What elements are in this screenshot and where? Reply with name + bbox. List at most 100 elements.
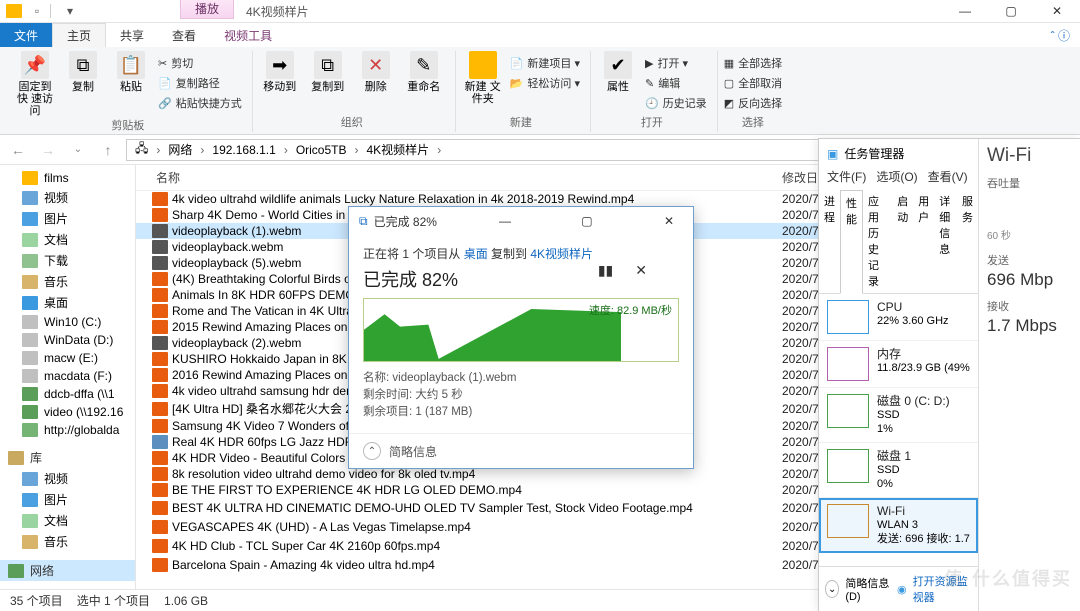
tm-tab[interactable]: 应用历史记录 — [863, 189, 892, 293]
sidebar-icon — [22, 405, 38, 419]
dialog-src-link[interactable]: 桌面 — [464, 247, 488, 261]
dialog-close-icon[interactable]: ✕ — [655, 214, 683, 228]
new-folder-button[interactable]: 新建 文件夹 — [462, 51, 504, 105]
easy-access-button[interactable]: 📂 轻松访问 ▾ — [510, 75, 580, 91]
sidebar-network-header[interactable]: 网络 — [0, 560, 135, 581]
sidebar-item[interactable]: 文档 — [0, 229, 135, 250]
tm-perf-item[interactable]: Wi-FiWLAN 3 发送: 696 接收: 1.7 — [819, 498, 978, 553]
rename-button[interactable]: ✎重命名 — [403, 51, 445, 93]
tab-file[interactable]: 文件 — [0, 23, 52, 47]
delete-button[interactable]: ✕删除 — [355, 51, 397, 93]
tm-menu-item[interactable]: 文件(F) — [827, 168, 866, 185]
tm-tab[interactable]: 用户 — [913, 189, 934, 293]
up-button[interactable]: ↑ — [96, 138, 120, 162]
minimize-button[interactable]: — — [942, 0, 988, 23]
breadcrumb-item[interactable]: 4K视频样片 — [363, 141, 434, 158]
chevron-up-icon[interactable]: ⌃ — [363, 442, 381, 460]
tm-send-value: 696 Mbp — [987, 270, 1072, 290]
sidebar-item[interactable]: video (\\192.16 — [0, 403, 135, 421]
dialog-cancel-icon[interactable]: ✕ — [635, 262, 647, 279]
quick-access-bar: ▫ ▾ 播放 4K视频样片 — ▢ ✕ — [0, 0, 1080, 23]
tm-perf-item[interactable]: CPU22% 3.60 GHz — [819, 294, 978, 341]
breadcrumb-item[interactable]: 网络 — [164, 141, 196, 158]
sidebar-item[interactable]: ddcb-dffa (\\1 — [0, 385, 135, 403]
edit-button[interactable]: ✎ 编辑 — [645, 75, 707, 91]
tab-home[interactable]: 主页 — [52, 23, 106, 47]
pin-button[interactable]: 📌固定到快 速访问 — [14, 51, 56, 117]
sidebar-item[interactable]: 桌面 — [0, 292, 135, 313]
sidebar-item[interactable]: 下载 — [0, 250, 135, 271]
tab-view[interactable]: 查看 — [158, 23, 210, 47]
cut-button[interactable]: ✂ 剪切 — [158, 55, 242, 71]
sidebar-item[interactable]: 视频 — [0, 468, 135, 489]
sidebar-item[interactable]: WinData (D:) — [0, 331, 135, 349]
breadcrumb-item[interactable]: Orico5TB — [292, 143, 351, 157]
open-button[interactable]: ▶ 打开 ▾ — [645, 55, 707, 71]
qat-save-icon[interactable]: ▫ — [28, 2, 46, 20]
tm-perf-item[interactable]: 磁盘 0 (C: D:)SSD 1% — [819, 388, 978, 443]
sidebar-item[interactable]: films — [0, 169, 135, 187]
copy-path-button[interactable]: 📄 复制路径 — [158, 75, 242, 91]
tab-video-tools[interactable]: 视频工具 — [210, 23, 286, 47]
breadcrumb-root-icon[interactable]: 🖧 — [131, 139, 152, 160]
tm-tab[interactable]: 启动 — [892, 189, 913, 293]
back-button[interactable]: ← — [6, 138, 30, 162]
forward-button[interactable]: → — [36, 138, 60, 162]
dialog-brief-toggle[interactable]: 简略信息 — [389, 443, 437, 460]
new-folder-icon — [469, 51, 497, 79]
qat-dropdown-icon[interactable]: ▾ — [61, 2, 79, 20]
breadcrumb-item[interactable]: 192.168.1.1 — [208, 143, 279, 157]
status-selection: 选中 1 个项目 — [77, 592, 150, 609]
tm-tab[interactable]: 性能 — [840, 190, 863, 294]
recent-dropdown[interactable]: ⌄ — [66, 138, 90, 162]
dialog-pause-icon[interactable]: ▮▮ — [598, 262, 613, 279]
properties-button[interactable]: ✔属性 — [597, 51, 639, 93]
sidebar-item[interactable]: macw (E:) — [0, 349, 135, 367]
paste-button[interactable]: 📋粘贴 — [110, 51, 152, 93]
sidebar-item[interactable]: 音乐 — [0, 271, 135, 292]
tm-tab[interactable]: 服务 — [957, 189, 978, 293]
tab-share[interactable]: 共享 — [106, 23, 158, 47]
sparkline-icon — [827, 394, 869, 428]
paste-shortcut-button[interactable]: 🔗 粘贴快捷方式 — [158, 95, 242, 111]
sidebar-icon — [22, 191, 38, 205]
dialog-dst-link[interactable]: 4K视频样片 — [530, 247, 593, 261]
tm-perf-item[interactable]: 内存11.8/23.9 GB (49% — [819, 341, 978, 388]
sidebar-item[interactable]: 视频 — [0, 187, 135, 208]
select-none-button[interactable]: ▢ 全部取消 — [724, 75, 782, 91]
file-icon — [152, 558, 168, 572]
file-icon — [152, 384, 168, 398]
sidebar-item[interactable]: 文档 — [0, 510, 135, 531]
group-new: 新建 — [462, 114, 580, 132]
tm-perf-item[interactable]: 磁盘 1SSD 0% — [819, 443, 978, 498]
tm-tab[interactable]: 进程 — [819, 189, 840, 293]
dialog-max-icon[interactable]: ▢ — [573, 214, 601, 228]
tm-brief-toggle[interactable]: 简略信息(D) — [845, 575, 891, 603]
new-item-button[interactable]: 📄 新建项目 ▾ — [510, 55, 580, 71]
sidebar-item[interactable]: macdata (F:) — [0, 367, 135, 385]
tm-menu-item[interactable]: 选项(O) — [876, 168, 917, 185]
tm-menu-item[interactable]: 查看(V) — [928, 168, 968, 185]
sidebar-item[interactable]: 图片 — [0, 208, 135, 229]
move-to-button[interactable]: ➡移动到 — [259, 51, 301, 93]
copy-to-button[interactable]: ⧉复制到 — [307, 51, 349, 93]
sidebar-icon — [22, 171, 38, 185]
sidebar-item[interactable]: 图片 — [0, 489, 135, 510]
tm-tab[interactable]: 详细信息 — [934, 189, 957, 293]
select-inverse-button[interactable]: ◩ 反向选择 — [724, 95, 782, 111]
tm-menubar[interactable]: 文件(F) 选项(O) 查看(V) — [819, 168, 978, 189]
sidebar-item[interactable]: 音乐 — [0, 531, 135, 552]
maximize-button[interactable]: ▢ — [988, 0, 1034, 23]
tm-tabs[interactable]: 进程性能应用历史记录启动用户详细信息服务 — [819, 189, 978, 294]
tm-detail-pane: Wi-Fi 吞吐量 60 秒 发送 696 Mbp 接收 1.7 Mbps — [979, 139, 1080, 611]
select-all-button[interactable]: ▦ 全部选择 — [724, 55, 782, 71]
close-button[interactable]: ✕ — [1034, 0, 1080, 23]
sidebar-item[interactable]: http://globalda — [0, 421, 135, 439]
dialog-min-icon[interactable]: — — [491, 214, 519, 228]
sidebar-lib-header[interactable]: 库 — [0, 447, 135, 468]
history-button[interactable]: 🕘 历史记录 — [645, 95, 707, 111]
copy-button[interactable]: ⧉复制 — [62, 51, 104, 93]
ribbon-help-icon[interactable]: ˆ ⓘ — [1041, 23, 1080, 47]
sidebar-item[interactable]: Win10 (C:) — [0, 313, 135, 331]
chevron-down-icon[interactable]: ⌄ — [825, 580, 839, 598]
